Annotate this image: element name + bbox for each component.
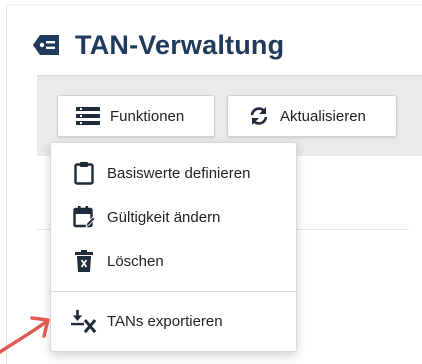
functions-button[interactable]: Funktionen xyxy=(57,95,215,137)
menu-item-loeschen[interactable]: Löschen xyxy=(51,239,296,283)
menu-item-label: Gültigkeit ändern xyxy=(107,208,221,226)
tag-icon xyxy=(31,33,61,57)
refresh-button-label: Aktualisieren xyxy=(280,107,366,125)
refresh-icon xyxy=(248,106,270,126)
trash-icon xyxy=(71,250,97,272)
download-x-icon xyxy=(71,309,97,333)
functions-button-label: Funktionen xyxy=(110,107,185,125)
annotation-arrow-icon xyxy=(0,316,50,354)
menu-item-label: TANs exportieren xyxy=(107,312,223,330)
calendar-edit-icon xyxy=(71,205,97,229)
list-menu-icon xyxy=(76,107,100,125)
menu-item-label: Löschen xyxy=(107,252,164,270)
clipboard-icon xyxy=(71,161,97,185)
menu-item-tans-exportieren[interactable]: TANs exportieren xyxy=(51,299,296,343)
functions-dropdown-menu: Basiswerte definieren Gültigkeit ändern … xyxy=(50,142,297,352)
refresh-button[interactable]: Aktualisieren xyxy=(227,95,397,137)
menu-separator xyxy=(51,291,296,292)
menu-item-gueltigkeit-aendern[interactable]: Gültigkeit ändern xyxy=(51,195,296,239)
menu-item-label: Basiswerte definieren xyxy=(107,164,251,182)
page-title: TAN-Verwaltung xyxy=(75,29,285,60)
title-row: TAN-Verwaltung xyxy=(31,27,284,63)
menu-item-basiswerte-definieren[interactable]: Basiswerte definieren xyxy=(51,151,296,195)
